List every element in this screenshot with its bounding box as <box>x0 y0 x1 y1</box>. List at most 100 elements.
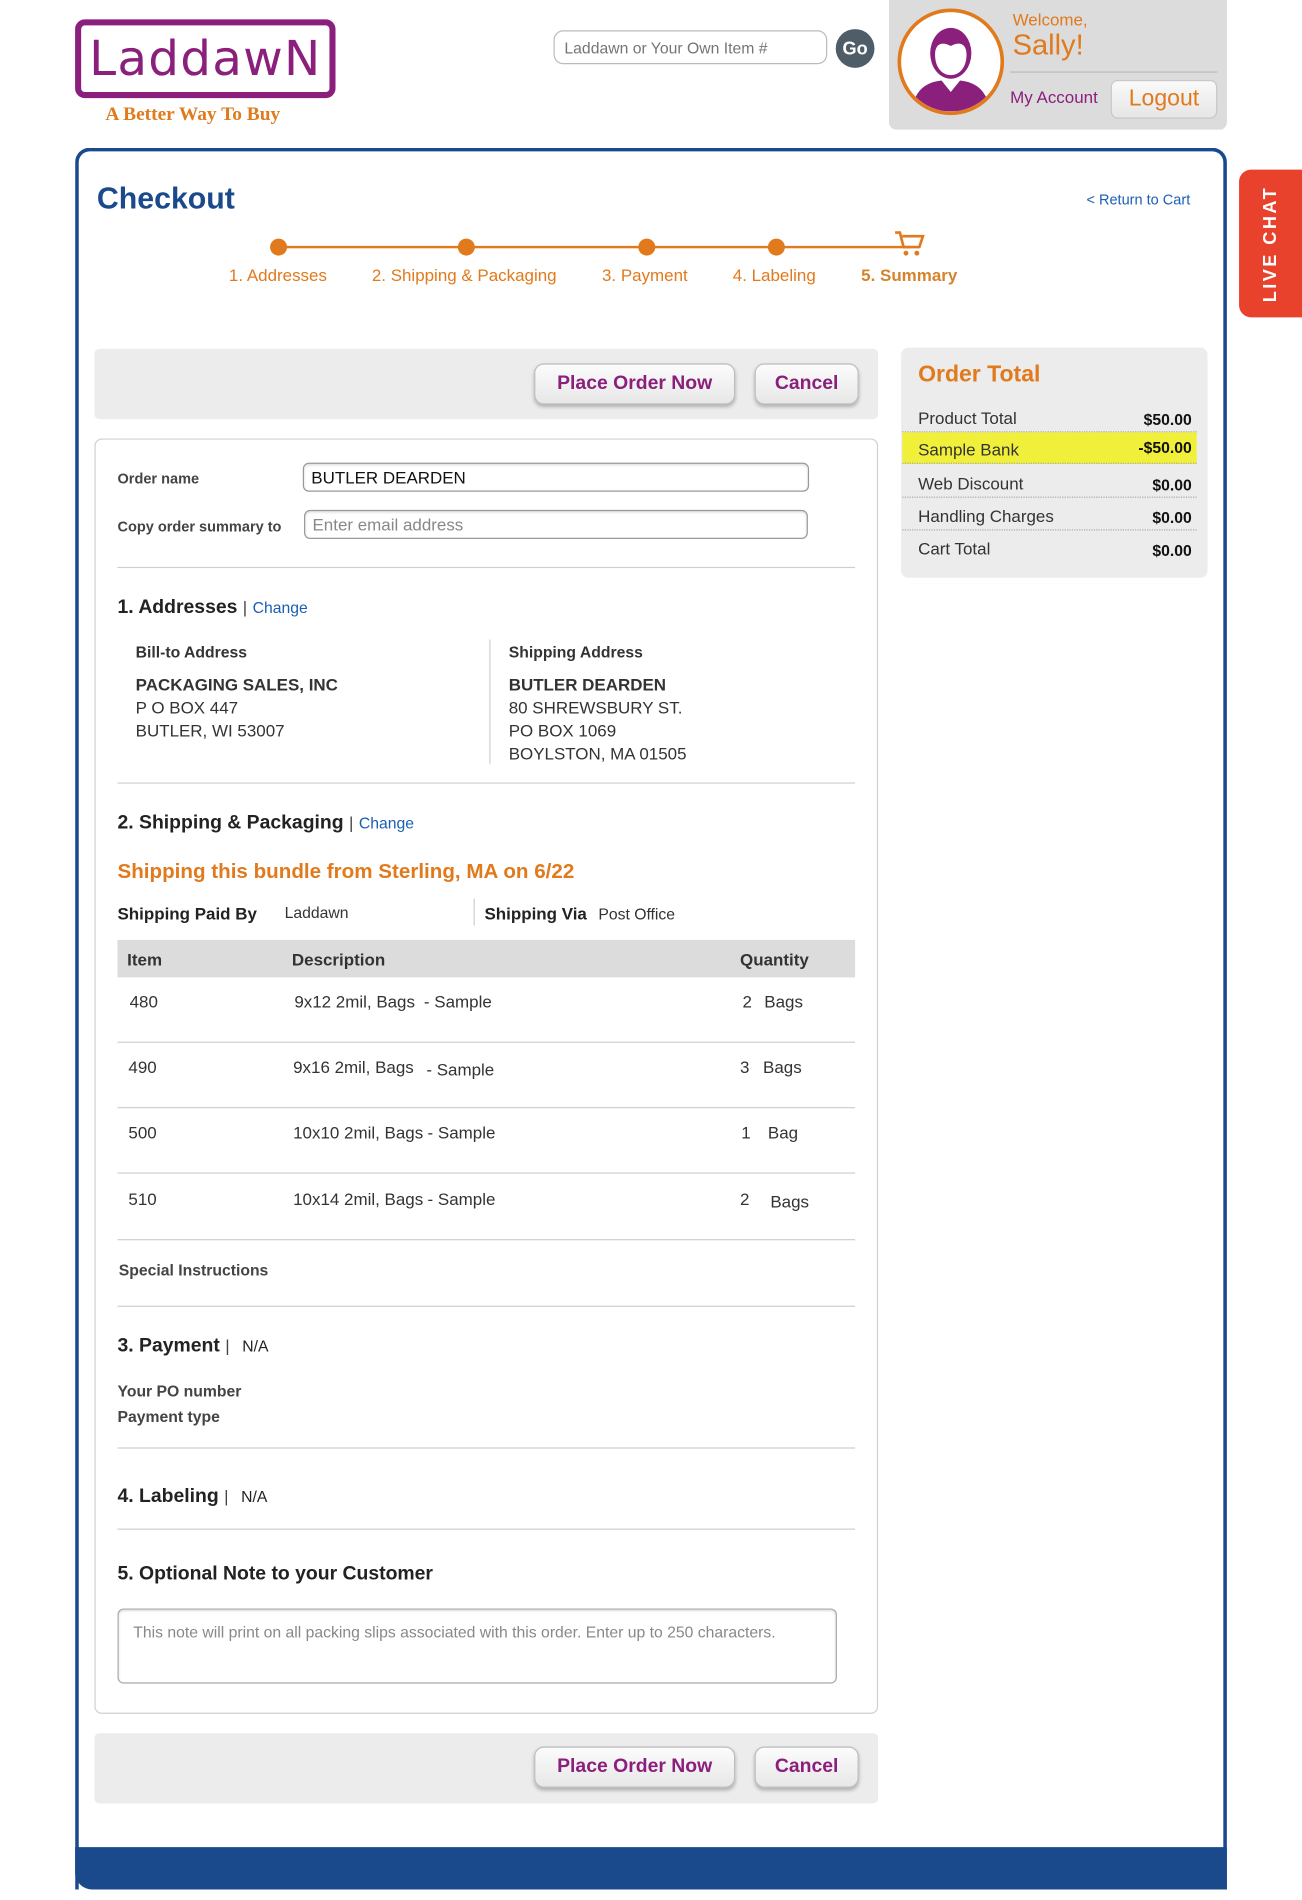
step-payment[interactable]: 3. Payment <box>602 265 688 284</box>
step-dot-addresses <box>270 238 288 256</box>
divider <box>117 1305 856 1307</box>
tagline: A Better Way To Buy <box>105 104 281 125</box>
item-type: - Sample <box>426 1059 495 1080</box>
shipping-heading: 2. Shipping & Packaging | Change <box>117 813 413 835</box>
item-quantity: 2 <box>742 991 752 1012</box>
address-line: PACKAGING SALES, INC <box>135 674 338 695</box>
copy-email-input[interactable] <box>304 509 808 539</box>
special-instructions-label: Special Instructions <box>118 1260 269 1280</box>
address-line: BUTLER DEARDEN <box>508 674 667 695</box>
addresses-title: 1. Addresses <box>117 597 238 618</box>
row-label: Product Total <box>918 408 1017 428</box>
item-description: 10x14 2mil, Bags <box>293 1189 424 1209</box>
order-total-row-highlight: Sample Bank -$50.00 <box>902 432 1197 464</box>
payment-value: N/A <box>242 1337 269 1356</box>
bottom-action-bar: Place Order Now Cancel <box>94 1733 879 1804</box>
row-label: Web Discount <box>918 473 1024 493</box>
items-table-header: Item Description Quantity <box>117 939 856 978</box>
go-button[interactable]: Go <box>835 29 875 68</box>
item-number: 500 <box>128 1122 157 1143</box>
order-total-row: Cart Total $0.00 <box>902 532 1196 563</box>
live-chat-label: LIVE CHAT <box>1260 185 1281 302</box>
row-label: Handling Charges <box>918 506 1054 526</box>
item-quantity: 1 <box>741 1122 751 1143</box>
item-number: 510 <box>128 1189 157 1209</box>
address-line: P O BOX 447 <box>135 697 239 718</box>
step-summary[interactable]: 5. Summary <box>861 265 957 284</box>
shipping-via-label: Shipping Via <box>484 903 587 923</box>
change-shipping-link[interactable]: Change <box>359 814 414 832</box>
shipping-divider <box>473 898 475 926</box>
payment-title: 3. Payment <box>117 1335 220 1357</box>
divider <box>117 566 856 569</box>
cancel-button[interactable]: Cancel <box>754 1746 859 1788</box>
laddawn-logo[interactable]: LaddawN <box>75 19 336 99</box>
logout-button[interactable]: Logout <box>1110 79 1218 119</box>
separator: | <box>225 1335 230 1356</box>
top-action-bar: Place Order Now Cancel <box>94 348 879 420</box>
column-header-item: Item <box>127 949 163 969</box>
payment-type-label: Payment type <box>117 1407 220 1426</box>
row-value: $0.00 <box>1152 508 1192 527</box>
step-dot-payment <box>638 238 656 256</box>
username: Sally! <box>1012 29 1084 62</box>
bill-to-address: PACKAGING SALES, INC P O BOX 447 BUTLER,… <box>136 673 338 742</box>
change-addresses-link[interactable]: Change <box>253 598 308 616</box>
item-number: 490 <box>128 1057 157 1077</box>
addresses-heading: 1. Addresses | Change <box>117 597 307 619</box>
return-to-cart-link[interactable]: < Return to Cart <box>1086 191 1190 208</box>
page-title: Checkout <box>96 181 235 216</box>
column-header-quantity: Quantity <box>740 949 809 969</box>
order-name-input[interactable] <box>302 462 810 492</box>
item-number: 480 <box>129 991 158 1012</box>
divider <box>117 782 856 784</box>
cancel-button[interactable]: Cancel <box>754 363 859 405</box>
item-description: 10x10 2mil, Bags <box>293 1122 424 1143</box>
shipping-address-title: Shipping Address <box>508 643 643 662</box>
row-value: $0.00 <box>1152 476 1192 495</box>
item-unit: Bags <box>770 1191 809 1212</box>
footer-bar <box>75 1847 1227 1890</box>
order-total-panel: Order Total Product Total $50.00 Sample … <box>901 347 1208 578</box>
place-order-button[interactable]: Place Order Now <box>534 1746 736 1788</box>
customer-note-textarea[interactable] <box>117 1608 837 1684</box>
bill-to-title: Bill-to Address <box>135 643 248 662</box>
divider <box>117 1528 856 1530</box>
step-shipping-packaging[interactable]: 2. Shipping & Packaging <box>372 265 557 284</box>
table-row: 510 10x14 2mil, Bags - Sample 2 Bags <box>117 1175 856 1241</box>
address-line: 80 SHREWSBURY ST. <box>508 697 683 718</box>
address-line: BUTLER, WI 53007 <box>135 720 285 741</box>
labeling-heading: 4. Labeling | N/A <box>117 1486 267 1508</box>
address-line: BOYLSTON, MA 01505 <box>508 743 687 764</box>
row-value: $50.00 <box>1143 410 1192 429</box>
cart-icon <box>895 231 925 256</box>
shipping-paid-by-label: Shipping Paid By <box>117 903 257 923</box>
step-labeling[interactable]: 4. Labeling <box>733 265 816 284</box>
welcome-text: Welcome, <box>1012 9 1088 30</box>
my-account-link[interactable]: My Account <box>1010 87 1098 106</box>
copy-summary-label: Copy order summary to <box>117 518 282 536</box>
shipping-paid-by-value: Laddawn <box>284 903 349 922</box>
column-header-description: Description <box>291 949 386 969</box>
shipping-via-value: Post Office <box>598 904 676 923</box>
place-order-button[interactable]: Place Order Now <box>534 363 736 405</box>
user-avatar-icon <box>897 8 1005 116</box>
shipping-address: BUTLER DEARDEN 80 SHREWSBURY ST. PO BOX … <box>509 673 687 765</box>
separator: | <box>224 1486 229 1506</box>
item-type: - Sample <box>423 991 492 1012</box>
payment-heading: 3. Payment | N/A <box>117 1336 268 1358</box>
row-value: -$50.00 <box>1138 438 1192 457</box>
item-unit: Bags <box>763 1057 802 1077</box>
item-quantity: 2 <box>740 1189 750 1209</box>
item-search-input[interactable] <box>553 30 828 65</box>
step-addresses[interactable]: 1. Addresses <box>229 265 327 284</box>
row-label: Sample Bank <box>918 439 1019 460</box>
live-chat-tab[interactable]: LIVE CHAT <box>1239 169 1302 318</box>
row-label: Cart Total <box>918 538 991 559</box>
progress-line <box>278 245 911 249</box>
order-name-label: Order name <box>117 469 200 487</box>
shipping-title: 2. Shipping & Packaging <box>117 812 344 834</box>
step-dot-labeling <box>767 238 785 256</box>
order-total-row: Handling Charges $0.00 <box>902 499 1197 531</box>
divider <box>117 1447 856 1449</box>
